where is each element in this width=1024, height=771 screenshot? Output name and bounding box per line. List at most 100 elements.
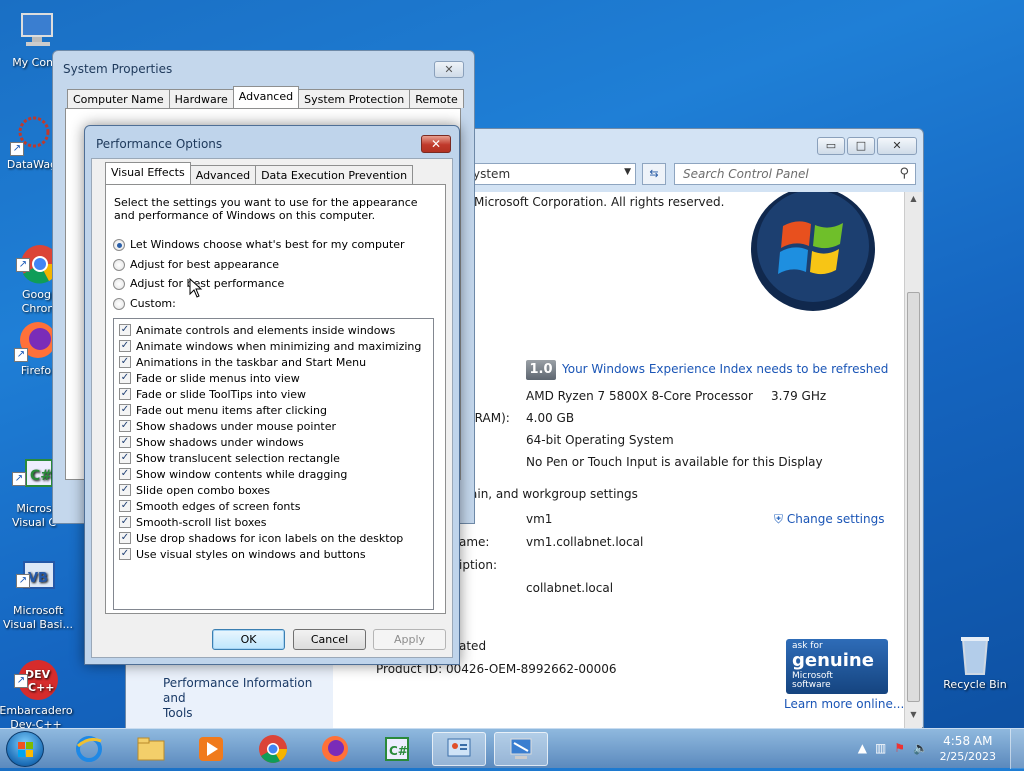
taskbar-chrome[interactable] <box>246 732 300 766</box>
taskbar-system-properties[interactable] <box>494 732 548 766</box>
maximize-button[interactable]: □ <box>847 137 875 155</box>
radio-button[interactable] <box>113 297 125 310</box>
checkbox-checked[interactable]: ✓ <box>119 324 131 336</box>
list-item[interactable]: ✓ Show shadows under windows <box>114 434 433 450</box>
chevron-down-icon[interactable]: ▼ <box>624 167 631 177</box>
close-button[interactable]: ✕ <box>877 137 917 155</box>
scroll-down-icon[interactable]: ▼ <box>905 710 922 726</box>
checkbox-checked[interactable]: ✓ <box>119 388 131 400</box>
checkbox-checked[interactable]: ✓ <box>119 340 131 352</box>
radio-label: Adjust for best performance <box>130 277 285 290</box>
search-icon[interactable]: ⚲ <box>899 166 909 181</box>
start-button[interactable] <box>6 731 44 767</box>
search-input[interactable]: Search Control Panel ⚲ <box>674 163 916 185</box>
list-item[interactable]: ✓ Animate windows when minimizing and max… <box>114 338 433 354</box>
volume-icon[interactable]: 🔈 <box>913 741 928 755</box>
taskbar-visual-csharp[interactable]: C# <box>370 732 424 766</box>
show-desktop-button[interactable] <box>1010 729 1024 769</box>
learn-more-link[interactable]: Learn more online... <box>784 697 904 711</box>
desktop-icon-visual-basic[interactable]: VB ↗ Microsoft Visual Basi... <box>0 530 76 646</box>
system-type-value: 64-bit Operating System <box>526 433 674 447</box>
checkbox-checked[interactable]: ✓ <box>119 532 131 544</box>
tab-system-protection[interactable]: System Protection <box>298 89 411 108</box>
effect-label: Use visual styles on windows and buttons <box>136 547 366 561</box>
list-item[interactable]: ✓ Animations in the taskbar and Start Men… <box>114 354 433 370</box>
visual-effects-panel: Select the settings you want to use for … <box>105 184 446 614</box>
vertical-scrollbar[interactable]: ▲ ▼ <box>904 192 922 728</box>
performance-options-window: Performance Options ✕ Visual Effects Adv… <box>84 125 460 665</box>
svg-text:C++: C++ <box>28 681 55 694</box>
list-item[interactable]: ✓ Fade out menu items after clicking <box>114 402 433 418</box>
radio-button[interactable] <box>113 258 125 271</box>
address-bar[interactable]: ystem ▼ <box>466 163 636 185</box>
tab-advanced[interactable]: Advanced <box>232 86 300 108</box>
taskbar-file-explorer[interactable] <box>124 732 178 766</box>
checkbox-checked[interactable]: ✓ <box>119 500 131 512</box>
tab-data-execution-prevention[interactable]: Data Execution Prevention <box>255 165 414 184</box>
performance-info-link[interactable]: Performance Information and Tools <box>163 676 333 721</box>
performance-options-close-button[interactable]: ✕ <box>421 135 451 153</box>
effect-label: Smooth-scroll list boxes <box>136 515 267 529</box>
checkbox-checked[interactable]: ✓ <box>119 548 131 560</box>
system-properties-close-button[interactable]: ✕ <box>434 61 464 78</box>
checkbox-checked[interactable]: ✓ <box>119 372 131 384</box>
list-item[interactable]: ✓ Smooth-scroll list boxes <box>114 514 433 530</box>
tab-remote[interactable]: Remote <box>409 89 464 108</box>
tab-advanced[interactable]: Advanced <box>189 165 257 184</box>
list-item[interactable]: ✓ Use drop shadows for icon labels on the… <box>114 530 433 546</box>
scrollbar-thumb[interactable] <box>907 292 920 702</box>
list-item[interactable]: ✓ Fade or slide ToolTips into view <box>114 386 433 402</box>
taskbar-media-player[interactable] <box>184 732 238 766</box>
desktop-icon-recycle-bin[interactable]: Recycle Bin <box>937 632 1013 692</box>
tab-computer-name[interactable]: Computer Name <box>67 89 170 108</box>
checkbox-checked[interactable]: ✓ <box>119 436 131 448</box>
list-item[interactable]: ✓ Show shadows under mouse pointer <box>114 418 433 434</box>
system-tray: ▲ ▥ ⚑ 🔈 <box>858 741 928 755</box>
cancel-button[interactable]: Cancel <box>293 629 366 650</box>
radio-button-selected[interactable] <box>113 238 125 251</box>
minimize-button[interactable]: ▭ <box>817 137 845 155</box>
tab-visual-effects[interactable]: Visual Effects <box>105 162 191 184</box>
list-item[interactable]: ✓ Smooth edges of screen fonts <box>114 498 433 514</box>
wei-score-badge: 1.0 <box>526 360 556 380</box>
scroll-up-icon[interactable]: ▲ <box>905 194 922 210</box>
checkbox-checked[interactable]: ✓ <box>119 404 131 416</box>
action-center-icon[interactable]: ⚑ <box>894 741 905 755</box>
radio-custom[interactable]: Custom: <box>113 297 176 310</box>
computer-name-value: vm1 <box>526 512 553 526</box>
network-icon[interactable]: ▥ <box>875 741 886 755</box>
checkbox-checked[interactable]: ✓ <box>119 452 131 464</box>
list-item[interactable]: ✓ Animate controls and elements inside wi… <box>114 322 433 338</box>
clock-date: 2/25/2023 <box>939 750 996 763</box>
list-item[interactable]: ✓ Show translucent selection rectangle <box>114 450 433 466</box>
refresh-button[interactable]: ⇆ <box>642 163 666 185</box>
taskbar-control-panel[interactable] <box>432 732 486 766</box>
list-item[interactable]: ✓ Slide open combo boxes <box>114 482 433 498</box>
radio-button[interactable] <box>113 277 125 290</box>
list-item[interactable]: ✓ Show window contents while dragging <box>114 466 433 482</box>
tab-hardware[interactable]: Hardware <box>168 89 234 108</box>
change-settings-link[interactable]: ⛨ Change settings <box>774 512 884 527</box>
radio-label: Let Windows choose what's best for my co… <box>130 238 405 251</box>
apply-button[interactable]: Apply <box>373 629 446 650</box>
radio-best-appearance[interactable]: Adjust for best appearance <box>113 258 279 271</box>
processor-speed: 3.79 GHz <box>771 389 827 403</box>
radio-let-windows-choose[interactable]: Let Windows choose what's best for my co… <box>113 238 405 251</box>
chevron-up-icon[interactable]: ▲ <box>858 741 867 755</box>
effect-label: Fade or slide menus into view <box>136 371 300 385</box>
list-item[interactable]: ✓ Fade or slide menus into view <box>114 370 433 386</box>
wei-refresh-link[interactable]: Your Windows Experience Index needs to b… <box>562 362 888 376</box>
taskbar-firefox[interactable] <box>308 732 362 766</box>
checkbox-checked[interactable]: ✓ <box>119 516 131 528</box>
genuine-microsoft-badge[interactable]: ask for genuine Microsoft software <box>786 639 888 694</box>
chrome-icon <box>259 735 287 763</box>
checkbox-checked[interactable]: ✓ <box>119 356 131 368</box>
processor-value: AMD Ryzen 7 5800X 8-Core Processor <box>526 389 753 403</box>
list-item[interactable]: ✓ Use visual styles on windows and button… <box>114 546 433 562</box>
checkbox-checked[interactable]: ✓ <box>119 420 131 432</box>
ok-button[interactable]: OK <box>212 629 285 650</box>
taskbar-internet-explorer[interactable] <box>62 732 116 766</box>
taskbar-clock[interactable]: 4:58 AM 2/25/2023 <box>940 734 996 764</box>
checkbox-checked[interactable]: ✓ <box>119 484 131 496</box>
checkbox-checked[interactable]: ✓ <box>119 468 131 480</box>
